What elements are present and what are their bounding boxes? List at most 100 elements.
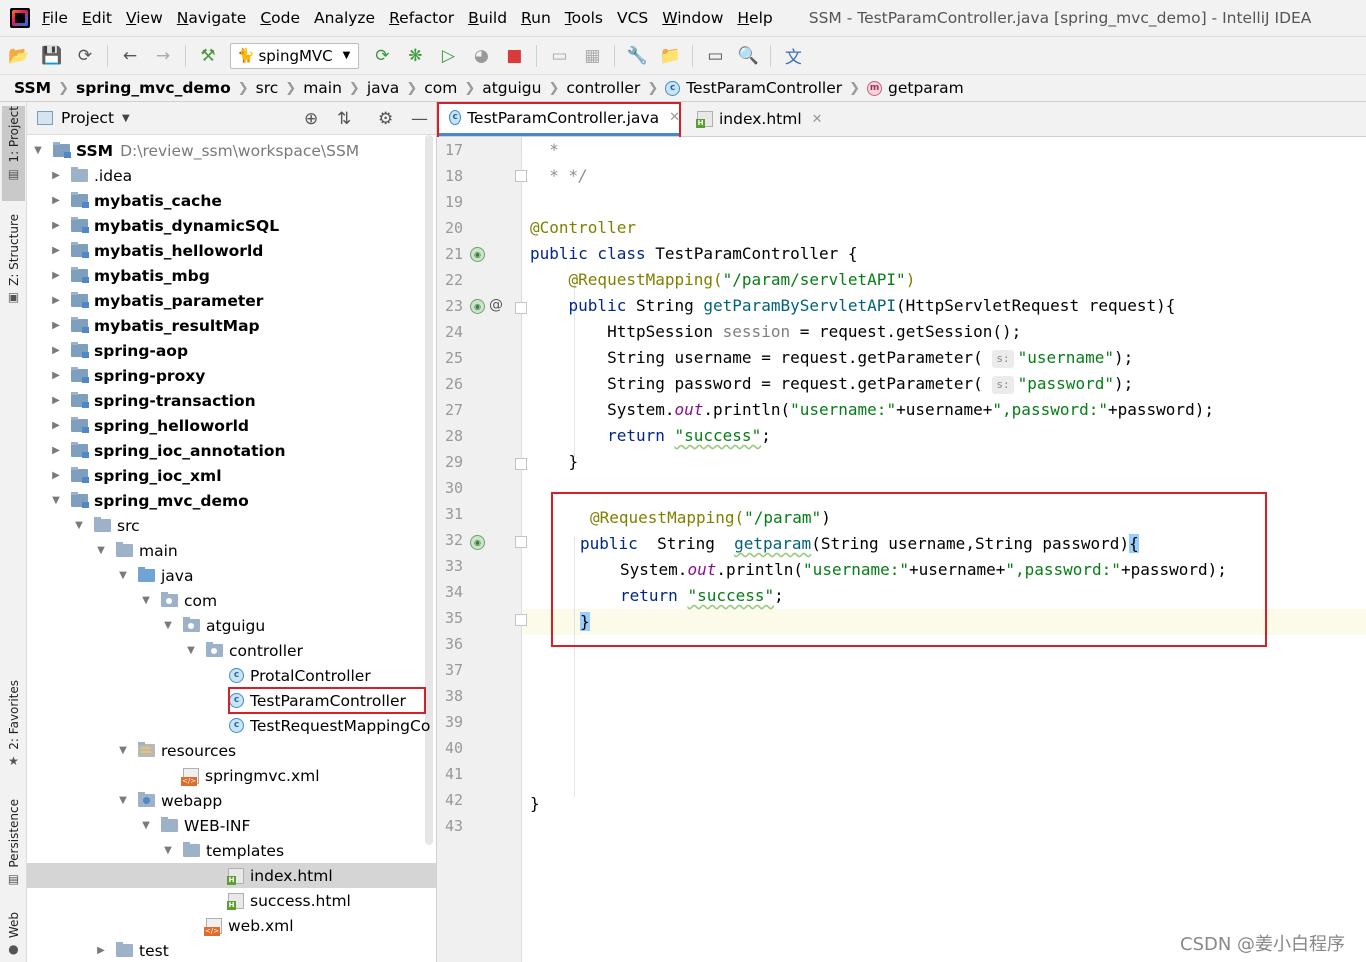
tree-item-java[interactable]: ▼ java	[27, 563, 436, 588]
tree-item-module[interactable]: ▶ mybatis_helloworld	[27, 238, 436, 263]
tree-item-xml-file[interactable]: springmvc.xml	[27, 763, 436, 788]
tree-item-templates[interactable]: ▼ templates	[27, 838, 436, 863]
tree-item-module[interactable]: ▶ mybatis_parameter	[27, 288, 436, 313]
menu-run[interactable]: Run	[521, 9, 551, 27]
tree-item-idea[interactable]: ▶ .idea	[27, 163, 436, 188]
crumb-src[interactable]: src	[256, 79, 279, 97]
run-config-select[interactable]: 🐈 spingMVC ▼	[230, 42, 360, 69]
tool-persistence-button[interactable]: Persistence ▤	[2, 799, 25, 894]
tree-item-resources[interactable]: ▼ resources	[27, 738, 436, 763]
stop-icon[interactable]: ■	[503, 45, 525, 67]
menu-vcs[interactable]: VCS	[617, 9, 648, 27]
menu-analyze[interactable]: Analyze	[314, 9, 375, 27]
tree-item-xml-file[interactable]: web.xml	[27, 913, 436, 938]
tree-item-test[interactable]: ▶ test	[27, 938, 436, 962]
attach-icon[interactable]: ▭	[548, 45, 570, 67]
crumb-java[interactable]: java	[367, 79, 399, 97]
crumb-com[interactable]: com	[424, 79, 457, 97]
close-icon[interactable]: ✕	[669, 110, 680, 125]
tree-item-module-open[interactable]: ▼ spring_mvc_demo	[27, 488, 436, 513]
profiler-icon[interactable]: ◕	[470, 45, 492, 67]
gear-icon[interactable]: ⚙	[378, 109, 393, 129]
fold-toggle-icon[interactable]	[515, 614, 527, 626]
fold-toggle-icon[interactable]	[515, 458, 527, 470]
translate-icon[interactable]: 文	[782, 45, 804, 68]
open-folder-icon[interactable]: 📂	[8, 45, 30, 67]
sync-icon[interactable]: ⟳	[74, 45, 96, 67]
crumb-main[interactable]: main	[303, 79, 342, 97]
chevron-down-icon[interactable]: ▼	[122, 113, 130, 124]
tree-item-controller[interactable]: ▼ controller	[27, 638, 436, 663]
build-hammer-icon[interactable]: ⚒	[197, 45, 219, 67]
crumb-controller[interactable]: controller	[566, 79, 640, 97]
tree-item-class[interactable]: c ProtalController	[27, 663, 436, 688]
tree-item-main[interactable]: ▼ main	[27, 538, 436, 563]
spring-bean-icon[interactable]: ◉	[470, 247, 485, 262]
crumb-module[interactable]: spring_mvc_demo	[76, 79, 231, 97]
tree-item-ssm[interactable]: ▼ SSM D:\review_ssm\workspace\SSM	[27, 138, 436, 163]
spring-bean-icon[interactable]: ◉	[470, 299, 485, 314]
menu-navigate[interactable]: Navigate	[177, 9, 247, 27]
tree-item-module[interactable]: ▶ spring_helloworld	[27, 413, 436, 438]
tree-item-module[interactable]: ▶ mybatis_dynamicSQL	[27, 213, 436, 238]
tree-item-module[interactable]: ▶ mybatis_resultMap	[27, 313, 436, 338]
crumb-method[interactable]: m getparam	[867, 79, 964, 97]
tree-item-webapp[interactable]: ▼ webapp	[27, 788, 436, 813]
tree-item-class-highlighted[interactable]: c TestParamController	[27, 688, 436, 713]
menu-build[interactable]: Build	[468, 9, 507, 27]
tree-item-module[interactable]: ▶ spring-proxy	[27, 363, 436, 388]
menu-code[interactable]: Code	[260, 9, 300, 27]
tree-item-src[interactable]: ▼ src	[27, 513, 436, 538]
terminal-icon[interactable]: ▭	[704, 45, 726, 67]
crumb-atguigu[interactable]: atguigu	[482, 79, 541, 97]
menu-refactor[interactable]: Refactor	[389, 9, 454, 27]
back-arrow-icon[interactable]: ←	[119, 45, 141, 67]
project-structure-icon[interactable]: 📁	[659, 45, 681, 67]
project-view-select[interactable]: Project	[61, 109, 114, 127]
tree-item-module[interactable]: ▶ mybatis_cache	[27, 188, 436, 213]
collapse-all-icon[interactable]: ⇅	[337, 109, 351, 129]
wrench-settings-icon[interactable]: 🔧	[626, 45, 648, 67]
menu-file[interactable]: File	[42, 9, 68, 27]
layout-icon[interactable]: ▦	[581, 45, 603, 67]
tree-item-module[interactable]: ▶ spring_ioc_annotation	[27, 438, 436, 463]
fold-toggle-icon[interactable]	[515, 302, 527, 314]
tab-test-param-controller[interactable]: c TestParamController.java ✕	[437, 102, 680, 136]
tab-index-html[interactable]: index.html ✕	[685, 102, 825, 136]
tree-item-web-inf[interactable]: ▼ WEB-INF	[27, 813, 436, 838]
tool-structure-button[interactable]: Z: Structure ▣	[2, 214, 25, 314]
search-icon[interactable]: 🔍	[737, 45, 759, 67]
menu-help[interactable]: Help	[737, 9, 772, 27]
forward-arrow-icon[interactable]: →	[152, 45, 174, 67]
menu-view[interactable]: View	[126, 9, 163, 27]
hide-panel-icon[interactable]: —	[411, 109, 428, 129]
tree-item-module[interactable]: ▶ mybatis_mbg	[27, 263, 436, 288]
tool-favorites-button[interactable]: 2: Favorites ★	[2, 680, 25, 775]
crumb-class[interactable]: c TestParamController	[665, 79, 842, 97]
tree-item-class[interactable]: c TestRequestMappingCo	[27, 713, 436, 738]
menu-edit[interactable]: Edit	[82, 9, 112, 27]
coverage-icon[interactable]: ▷	[437, 45, 459, 67]
tree-item-atguigu[interactable]: ▼ atguigu	[27, 613, 436, 638]
save-all-icon[interactable]: 💾	[41, 45, 63, 67]
tree-item-module[interactable]: ▶ spring_ioc_xml	[27, 463, 436, 488]
close-icon[interactable]: ✕	[812, 112, 823, 127]
menu-window[interactable]: Window	[662, 9, 723, 27]
tool-project-button[interactable]: 1: Project ▤	[2, 106, 25, 201]
fold-toggle-icon[interactable]	[515, 536, 527, 548]
debug-bug-icon[interactable]: ❋	[404, 45, 426, 67]
annotation-at-icon[interactable]: @	[489, 297, 503, 313]
menu-tools[interactable]: Tools	[565, 9, 603, 27]
tree-item-com[interactable]: ▼ com	[27, 588, 436, 613]
tree-item-html-file[interactable]: success.html	[27, 888, 436, 913]
crumb-ssm[interactable]: SSM	[14, 79, 51, 97]
tool-web-button[interactable]: Web ●	[2, 912, 25, 962]
code-editor[interactable]: 17 18 19 20 21 22 23 24 25 26 27 28 29 3…	[437, 137, 1366, 962]
tree-item-html-file-selected[interactable]: index.html	[27, 863, 436, 888]
fold-toggle-icon[interactable]	[515, 170, 527, 182]
locate-target-icon[interactable]: ⊕	[304, 109, 318, 129]
rerun-icon[interactable]: ⟳	[371, 45, 393, 67]
tree-item-module[interactable]: ▶ spring-aop	[27, 338, 436, 363]
tree-item-module[interactable]: ▶ spring-transaction	[27, 388, 436, 413]
spring-bean-icon[interactable]: ◉	[470, 535, 485, 550]
